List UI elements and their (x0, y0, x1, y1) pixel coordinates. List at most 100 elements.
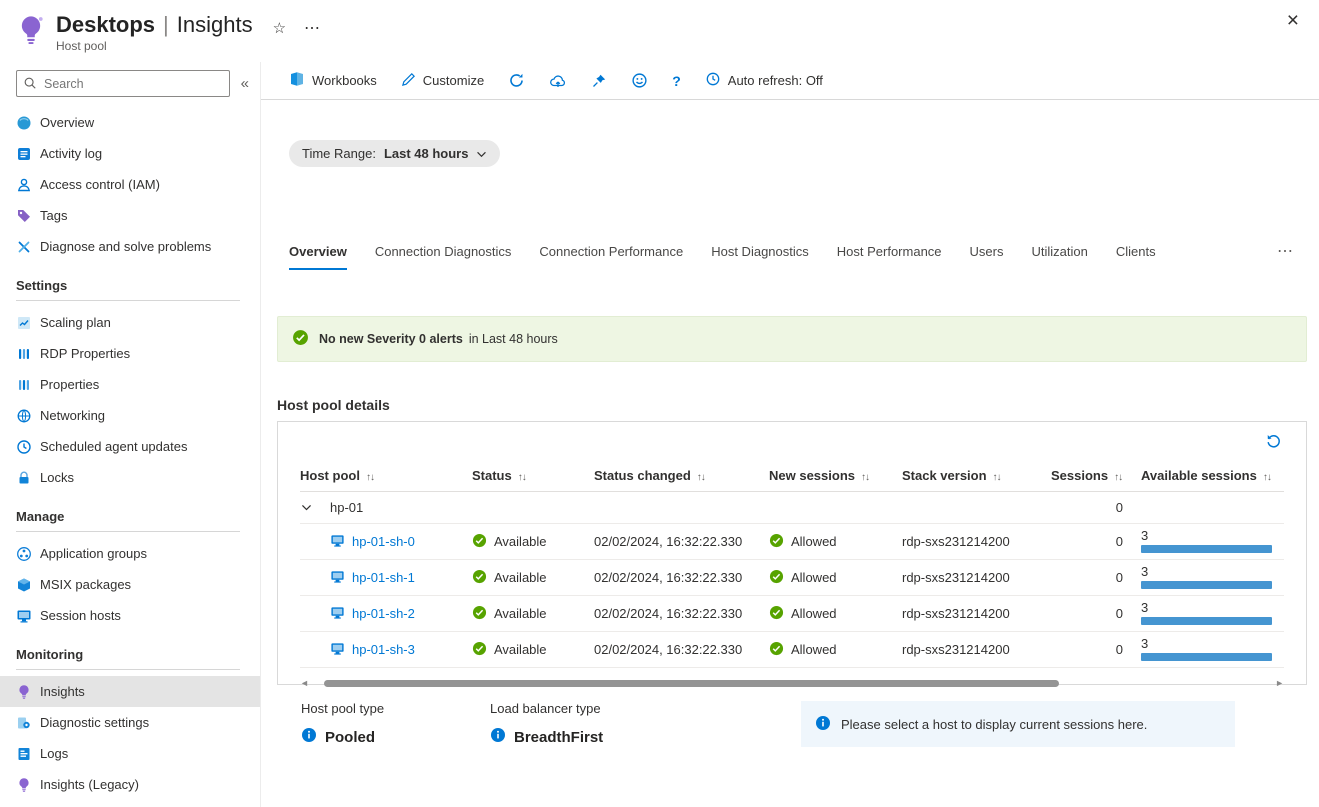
host-link[interactable]: hp-01-sh-2 (352, 606, 415, 621)
available-check-icon (472, 533, 487, 551)
resource-type-subtitle: Host pool (56, 39, 253, 53)
workbooks-button[interactable]: Workbooks (289, 71, 377, 90)
column-host-pool[interactable]: Host pool↑↓ (300, 460, 472, 492)
refresh-icon[interactable] (508, 72, 525, 89)
sidebar-item-overview[interactable]: Overview (0, 107, 260, 138)
auto-refresh-button[interactable]: Auto refresh: Off (705, 71, 823, 90)
tab-utilization[interactable]: Utilization (1031, 244, 1087, 270)
new-sessions-text: Allowed (791, 534, 837, 549)
host-pool-table: Host pool↑↓ Status↑↓ Status changed↑↓ Ne… (300, 460, 1284, 668)
sidebar-item-access-control[interactable]: Access control (IAM) (0, 169, 260, 200)
load-balancer-value: BreadthFirst (514, 729, 603, 746)
search-input[interactable] (16, 70, 230, 97)
sidebar-item-label: Insights (40, 684, 85, 699)
title-divider: | (163, 12, 169, 38)
sidebar-item-insights-legacy[interactable]: Insights (Legacy) (0, 769, 260, 800)
sidebar-item-logs[interactable]: Logs (0, 738, 260, 769)
sidebar-item-scheduled-agent-updates[interactable]: Scheduled agent updates (0, 431, 260, 462)
time-range-label: Time Range: (302, 146, 376, 161)
column-sessions[interactable]: Sessions↑↓ (1051, 460, 1141, 492)
monitor-icon (330, 641, 345, 659)
scroll-right-icon[interactable]: ► (1275, 679, 1284, 688)
sidebar-item-tags[interactable]: Tags (0, 200, 260, 231)
available-sessions-cell: 3 (1141, 632, 1284, 668)
sidebar-item-msix-packages[interactable]: MSIX packages (0, 569, 260, 600)
application-groups-icon (16, 546, 32, 562)
collapse-sidebar-icon[interactable]: « (236, 75, 254, 92)
sidebar-item-session-hosts[interactable]: Session hosts (0, 600, 260, 631)
feedback-smiley-icon[interactable] (631, 72, 648, 89)
time-range-filter[interactable]: Time Range: Last 48 hours (289, 140, 500, 167)
available-sessions-bar (1141, 545, 1272, 553)
tab-host-performance[interactable]: Host Performance (837, 244, 942, 270)
sidebar-item-diagnostic-settings[interactable]: Diagnostic settings (0, 707, 260, 738)
host-link[interactable]: hp-01-sh-1 (352, 570, 415, 585)
help-icon[interactable]: ? (672, 73, 681, 89)
favorite-star-icon[interactable]: ☆ (273, 19, 286, 37)
sidebar-item-activity-log[interactable]: Activity log (0, 138, 260, 169)
tab-overview[interactable]: Overview (289, 244, 347, 270)
sidebar-item-rdp-properties[interactable]: RDP Properties (0, 338, 260, 369)
tab-connection-diagnostics[interactable]: Connection Diagnostics (375, 244, 512, 270)
pin-icon[interactable] (591, 73, 607, 89)
sidebar-item-label: Activity log (40, 146, 102, 161)
table-row: hp-01-sh-3 Available 02/02/2024, 16:32:2… (300, 632, 1284, 668)
sidebar-item-properties[interactable]: Properties (0, 369, 260, 400)
cloud-upload-icon[interactable] (549, 73, 567, 89)
sidebar-item-label: MSIX packages (40, 577, 131, 592)
column-status[interactable]: Status↑↓ (472, 460, 594, 492)
sidebar-item-label: Diagnose and solve problems (40, 239, 211, 254)
sidebar-group-monitoring: Monitoring Insights Diagnostic settings … (0, 643, 260, 800)
info-icon[interactable] (490, 727, 506, 747)
scroll-left-icon[interactable]: ◄ (300, 679, 309, 688)
tab-host-diagnostics[interactable]: Host Diagnostics (711, 244, 809, 270)
tab-users[interactable]: Users (970, 244, 1004, 270)
scrollbar-thumb[interactable] (324, 680, 1059, 687)
allowed-check-icon (769, 533, 784, 551)
status-text: Available (494, 570, 547, 585)
column-status-changed[interactable]: Status changed↑↓ (594, 460, 769, 492)
column-new-sessions[interactable]: New sessions↑↓ (769, 460, 902, 492)
allowed-check-icon (769, 569, 784, 587)
stack-version-cell: rdp-sxs231214200 (902, 524, 1051, 560)
sidebar-item-label: Diagnostic settings (40, 715, 149, 730)
sidebar-item-locks[interactable]: Locks (0, 462, 260, 493)
customize-button[interactable]: Customize (401, 72, 484, 90)
sidebar-group-manage: Manage Application groups MSIX packages … (0, 505, 260, 631)
tab-clients[interactable]: Clients (1116, 244, 1156, 270)
sidebar-nav: Overview Activity log Access control (IA… (0, 107, 260, 800)
scrollbar-track[interactable] (315, 679, 1269, 688)
undo-icon[interactable] (1265, 432, 1282, 452)
resource-menu-sidebar: « Overview Activity log Access control (… (0, 62, 261, 807)
iam-person-icon (16, 177, 32, 193)
host-link[interactable]: hp-01-sh-3 (352, 642, 415, 657)
close-icon[interactable]: × (1287, 10, 1299, 31)
column-available-sessions[interactable]: Available sessions↑↓ (1141, 460, 1284, 492)
logs-icon (16, 746, 32, 762)
insights-lightbulb-icon (16, 684, 32, 700)
sidebar-item-insights[interactable]: Insights (0, 676, 260, 707)
sessions-cell: 0 (1051, 524, 1141, 560)
sort-icon: ↑↓ (861, 472, 869, 483)
expand-chevron-icon[interactable] (300, 501, 326, 514)
horizontal-scrollbar[interactable]: ◄ ► (300, 679, 1284, 688)
sidebar-item-diagnose[interactable]: Diagnose and solve problems (0, 231, 260, 262)
workbook-content: Time Range: Last 48 hours Overview Conne… (261, 100, 1319, 807)
info-icon[interactable] (301, 727, 317, 747)
tabs-overflow-icon[interactable]: ⋯ (1277, 241, 1293, 270)
diagnose-tools-icon (16, 239, 32, 255)
sidebar-item-networking[interactable]: Networking (0, 400, 260, 431)
column-stack-version[interactable]: Stack version↑↓ (902, 460, 1051, 492)
alert-title: No new Severity 0 alerts (319, 332, 463, 346)
host-link[interactable]: hp-01-sh-0 (352, 534, 415, 549)
tab-connection-performance[interactable]: Connection Performance (539, 244, 683, 270)
available-sessions-cell: 3 (1141, 524, 1284, 560)
available-sessions-cell: 3 (1141, 596, 1284, 632)
status-text: Available (494, 534, 547, 549)
sidebar-item-application-groups[interactable]: Application groups (0, 538, 260, 569)
title-more-icon[interactable]: ⋯ (304, 18, 320, 38)
sidebar-item-scaling-plan[interactable]: Scaling plan (0, 307, 260, 338)
divider (16, 531, 240, 532)
available-sessions-cell: 3 (1141, 560, 1284, 596)
sort-icon: ↑↓ (518, 472, 526, 483)
